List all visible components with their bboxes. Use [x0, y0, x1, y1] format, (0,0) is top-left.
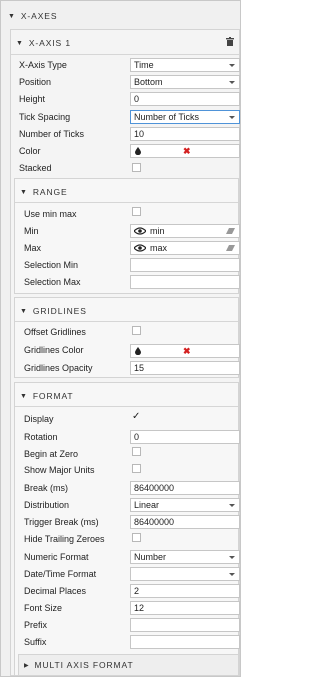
- stacked-checkbox[interactable]: [132, 163, 141, 172]
- date-time-format-select[interactable]: [130, 567, 240, 581]
- x-axes-title: X-AXES: [20, 11, 58, 21]
- caret-down-icon: ▼: [20, 392, 28, 400]
- gridlines-header[interactable]: ▼ GRIDLINES: [20, 306, 87, 316]
- position-select[interactable]: Bottom: [130, 75, 240, 89]
- font-size-input[interactable]: 12: [130, 601, 240, 615]
- decimal-places-label: Decimal Places: [24, 586, 87, 596]
- multi-axis-format-header[interactable]: ▶ MULTI AXIS FORMAT: [24, 660, 134, 670]
- selection-min-input[interactable]: [130, 258, 240, 272]
- number-of-ticks-label: Number of Ticks: [19, 129, 85, 139]
- gridlines-opacity-input[interactable]: 15: [130, 361, 240, 375]
- height-input[interactable]: 0: [130, 92, 240, 106]
- suffix-label: Suffix: [24, 637, 47, 647]
- show-major-units-label: Show Major Units: [24, 465, 95, 475]
- height-label: Height: [19, 94, 46, 104]
- caret-down-icon: ▼: [8, 12, 16, 20]
- numeric-format-select[interactable]: Number: [130, 550, 240, 564]
- begin-at-zero-checkbox[interactable]: [132, 447, 141, 456]
- x-axes-panel: ▼ X-AXES ▼ X-AXIS 1 X-Axis Type Time Pos…: [0, 0, 241, 677]
- max-input[interactable]: max: [130, 241, 240, 255]
- format-title: FORMAT: [32, 391, 74, 401]
- chevron-down-icon: [229, 116, 235, 119]
- selection-min-label: Selection Min: [24, 260, 79, 270]
- caret-down-icon: ▼: [20, 188, 28, 196]
- suffix-input[interactable]: [130, 635, 240, 649]
- gridlines-title: GRIDLINES: [32, 306, 87, 316]
- gridlines-color-picker[interactable]: ✖: [130, 344, 240, 358]
- eye-icon: [134, 244, 146, 252]
- number-of-ticks-input[interactable]: 10: [130, 127, 240, 141]
- position-label: Position: [19, 77, 52, 87]
- hide-trailing-zeroes-checkbox[interactable]: [132, 533, 141, 542]
- display-checkbox[interactable]: ✓: [132, 412, 140, 422]
- eraser-icon[interactable]: [226, 245, 235, 251]
- hide-trailing-zeroes-label: Hide Trailing Zeroes: [24, 534, 105, 544]
- prefix-label: Prefix: [24, 620, 48, 630]
- chevron-down-icon: [229, 81, 235, 84]
- stacked-label: Stacked: [19, 163, 52, 173]
- range-header[interactable]: ▼ RANGE: [20, 187, 68, 197]
- trigger-break-ms-input[interactable]: 86400000: [130, 515, 240, 529]
- x-axis-type-select[interactable]: Time: [130, 58, 240, 72]
- offset-gridlines-label: Offset Gridlines: [24, 327, 86, 337]
- rotation-input[interactable]: 0: [130, 430, 240, 444]
- chevron-down-icon: [229, 556, 235, 559]
- droplet-icon: [135, 347, 141, 355]
- caret-down-icon: ▼: [16, 39, 24, 47]
- x-axis-type-label: X-Axis Type: [19, 60, 67, 70]
- color-label: Color: [19, 146, 41, 156]
- min-label: Min: [24, 226, 39, 236]
- show-major-units-checkbox[interactable]: [132, 464, 141, 473]
- eraser-icon[interactable]: [226, 228, 235, 234]
- format-header[interactable]: ▼ FORMAT: [20, 391, 74, 401]
- trash-icon[interactable]: [226, 37, 234, 46]
- offset-gridlines-checkbox[interactable]: [132, 326, 141, 335]
- chevron-down-icon: [229, 504, 235, 507]
- multi-axis-format-title: MULTI AXIS FORMAT: [34, 660, 134, 670]
- x-axes-header[interactable]: ▼ X-AXES: [8, 11, 57, 21]
- min-input[interactable]: min: [130, 224, 240, 238]
- break-ms-input[interactable]: 86400000: [130, 481, 240, 495]
- range-title: RANGE: [32, 187, 68, 197]
- display-label: Display: [24, 414, 54, 424]
- gridlines-color-label: Gridlines Color: [24, 345, 84, 355]
- numeric-format-label: Numeric Format: [24, 552, 89, 562]
- begin-at-zero-label: Begin at Zero: [24, 449, 79, 459]
- date-time-format-label: Date/Time Format: [24, 569, 97, 579]
- trigger-break-ms-label: Trigger Break (ms): [24, 517, 99, 527]
- gridlines-opacity-label: Gridlines Opacity: [24, 363, 93, 373]
- decimal-places-input[interactable]: 2: [130, 584, 240, 598]
- use-min-max-label: Use min max: [24, 209, 77, 219]
- distribution-label: Distribution: [24, 500, 70, 510]
- use-min-max-checkbox[interactable]: [132, 207, 141, 216]
- selection-max-input[interactable]: [130, 275, 240, 289]
- x-mark-icon: ✖: [183, 146, 191, 156]
- selection-max-label: Selection Max: [24, 277, 81, 287]
- color-picker[interactable]: ✖: [130, 144, 240, 158]
- x-mark-icon: ✖: [183, 346, 191, 356]
- caret-down-icon: ▼: [20, 307, 28, 315]
- tick-spacing-select[interactable]: Number of Ticks: [130, 110, 240, 124]
- distribution-select[interactable]: Linear: [130, 498, 240, 512]
- x-axis-1-title: X-AXIS 1: [28, 38, 72, 48]
- prefix-input[interactable]: [130, 618, 240, 632]
- tick-spacing-label: Tick Spacing: [19, 112, 71, 122]
- font-size-label: Font Size: [24, 603, 63, 613]
- eye-icon: [134, 227, 146, 235]
- max-label: Max: [24, 243, 42, 253]
- droplet-icon: [135, 147, 141, 155]
- chevron-down-icon: [229, 64, 235, 67]
- chevron-down-icon: [229, 573, 235, 576]
- break-ms-label: Break (ms): [24, 483, 69, 493]
- rotation-label: Rotation: [24, 432, 58, 442]
- x-axis-1-header[interactable]: ▼ X-AXIS 1: [16, 38, 71, 48]
- caret-right-icon: ▶: [24, 662, 30, 669]
